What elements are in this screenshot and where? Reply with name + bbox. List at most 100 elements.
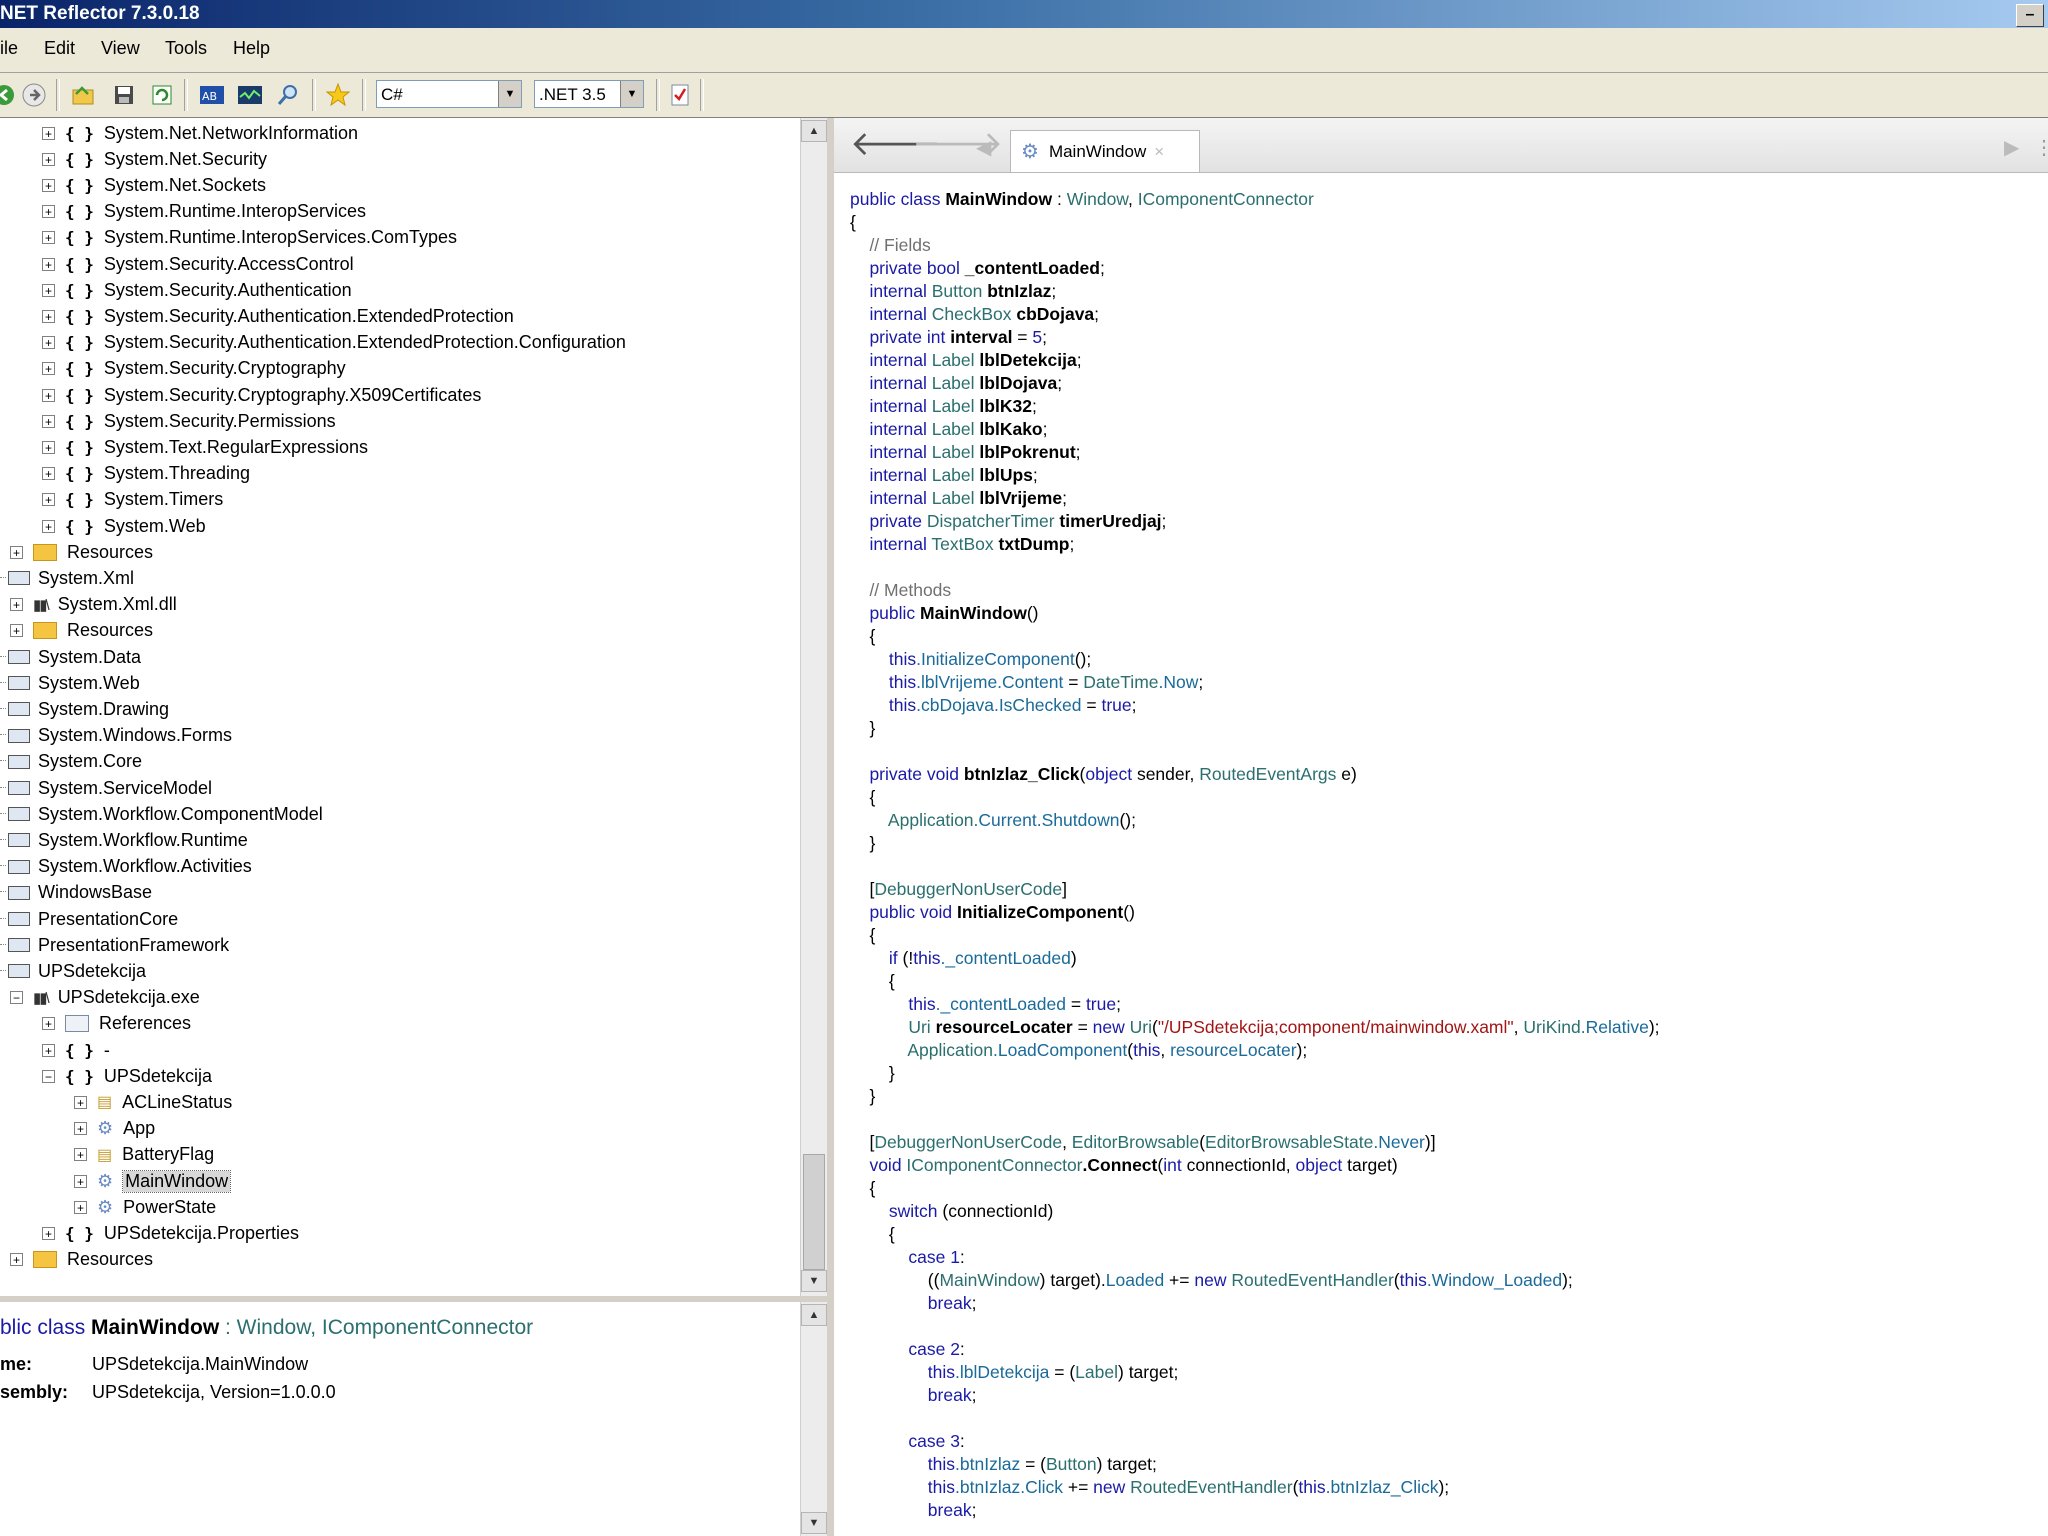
search-button[interactable] [274,81,302,109]
framework-select[interactable]: .NET 3.5 ▼ [534,80,644,108]
open-button[interactable] [70,81,98,109]
info-scrollbar[interactable]: ▲ ▼ [800,1302,827,1536]
expand-icon[interactable]: + [42,257,55,271]
scroll-down-button[interactable]: ▼ [801,1270,827,1292]
tree-item[interactable]: + { } System.Security.Authentication [42,277,352,303]
tree-item[interactable]: System.Windows.Forms [0,723,232,749]
tree-item[interactable]: + { } System.Security.Authentication.Exten… [42,303,514,329]
tree-item[interactable]: System.ServiceModel [0,775,212,801]
tree-item[interactable]: + ⚙ MainWindow [74,1168,232,1194]
tree-item[interactable]: + { } UPSdetekcija.Properties [42,1220,299,1246]
expand-icon[interactable]: + [42,231,55,245]
scroll-up-button[interactable]: ▲ [801,120,827,142]
language-select[interactable]: C# ▼ [376,80,522,108]
tree-item[interactable]: + { } System.Runtime.InteropServices.ComTy… [42,225,457,251]
expand-icon[interactable]: + [42,1226,55,1240]
menu-file[interactable]: ile [0,38,18,59]
tree-item[interactable]: System.Workflow.ComponentModel [0,801,323,827]
tree-item[interactable]: + { } System.Security.AccessControl [42,251,354,277]
tab-scroll-right-icon[interactable]: ▶ [2004,130,2019,166]
expand-icon[interactable]: + [42,414,55,428]
expand-icon[interactable]: + [42,283,55,297]
tree-item[interactable]: + References [42,1011,191,1037]
tree-item[interactable]: + { } System.Security.Permissions [42,408,336,434]
refresh-button[interactable] [148,81,176,109]
tree-item[interactable]: + Resources [10,1247,153,1273]
tree-item[interactable]: + { } System.Net.NetworkInformation [42,120,358,146]
tree-item[interactable]: + { } System.Runtime.InteropServices [42,199,366,225]
tree-item[interactable]: + ⚙ PowerState [74,1194,216,1220]
tree-item[interactable]: UPSdetekcija [0,958,146,984]
tree-item[interactable]: + { } System.Timers [42,487,223,513]
expand-icon[interactable]: + [10,598,23,612]
tree-item[interactable]: System.Data [0,644,141,670]
tab-menu-icon[interactable]: ⋮ [2034,130,2048,166]
tree-item[interactable]: System.Core [0,749,142,775]
tree-item[interactable]: + Resources [10,618,153,644]
tree-item[interactable]: + ▤ ACLineStatus [74,1089,232,1115]
tree-item[interactable]: + { } System.Threading [42,461,250,487]
tab-mainwindow[interactable]: ⚙ MainWindow × [1010,130,1200,172]
expand-icon[interactable]: + [42,1017,55,1031]
tree-item[interactable]: + { } System.Security.Cryptography.X509Cer… [42,382,481,408]
tree-item[interactable]: System.Workflow.Runtime [0,827,248,853]
expand-icon[interactable]: + [42,493,55,507]
tree-item[interactable]: + { } System.Web [42,513,206,539]
expand-icon[interactable]: + [42,152,55,166]
assembly-tree[interactable]: + { } System.Net.NetworkInformation + { } Sys… [0,118,808,1296]
expand-icon[interactable]: + [74,1095,87,1109]
code-text[interactable]: public class MainWindow : Window, ICompo… [850,188,1660,1522]
minimize-button[interactable]: – [2016,4,2044,27]
menu-help[interactable]: Help [233,38,270,59]
scroll-thumb[interactable] [803,1154,825,1270]
tab-scroll-left-icon[interactable]: ◀ [976,130,991,166]
tree-item[interactable]: + { } System.Net.Security [42,146,267,172]
expand-icon[interactable]: + [10,545,23,559]
tree-item[interactable]: −{ } UPSdetekcija [42,1063,212,1089]
tree-item[interactable]: + ▤ BatteryFlag [74,1142,214,1168]
menu-edit[interactable]: Edit [44,38,75,59]
tree-item[interactable]: + ⚙ App [74,1116,155,1142]
chevron-down-icon[interactable]: ▼ [620,81,643,107]
menu-tools[interactable]: Tools [165,38,207,59]
expand-icon[interactable]: + [42,388,55,402]
scroll-down-button[interactable]: ▼ [801,1512,827,1534]
forward-button[interactable] [20,81,48,109]
tree-item[interactable]: − ▮▮\ UPSdetekcija.exe [10,985,200,1011]
save-button[interactable] [110,81,138,109]
chevron-down-icon[interactable]: ▼ [498,81,521,107]
expand-icon[interactable]: + [42,205,55,219]
analyzer-button[interactable] [236,81,264,109]
tree-item[interactable]: + ▮▮\ System.Xml.dll [10,592,177,618]
expand-icon[interactable]: + [74,1200,87,1214]
expand-icon[interactable]: + [42,309,55,323]
addin-button[interactable] [666,81,694,109]
tree-item[interactable]: + { } System.Security.Cryptography [42,356,346,382]
expand-icon[interactable]: + [42,336,55,350]
tree-item[interactable]: WindowsBase [0,880,152,906]
bookmark-button[interactable] [324,81,352,109]
tree-item[interactable]: + { } System.Net.Sockets [42,172,266,198]
close-icon[interactable]: × [1154,142,1164,162]
tree-item[interactable]: System.Drawing [0,696,169,722]
tree-item[interactable]: + { } System.Text.RegularExpressions [42,434,368,460]
menu-view[interactable]: View [101,38,140,59]
tree-item[interactable]: PresentationFramework [0,932,229,958]
expand-icon[interactable]: + [42,519,55,533]
tree-item[interactable]: PresentationCore [0,906,178,932]
expand-icon[interactable]: + [42,467,55,481]
expand-icon[interactable]: + [42,1043,55,1057]
expand-icon[interactable]: + [42,126,55,140]
tree-item[interactable]: System.Xml [0,565,134,591]
expand-icon[interactable]: + [74,1174,87,1188]
back-button[interactable] [0,81,18,109]
tree-item[interactable]: + Resources [10,539,153,565]
tree-item[interactable]: + { } System.Security.Authentication.Exten… [42,330,626,356]
expand-icon[interactable]: + [74,1122,87,1136]
tree-item[interactable]: System.Web [0,670,140,696]
disassemble-button[interactable]: AB [198,81,226,109]
collapse-icon[interactable]: − [42,1069,55,1083]
collapse-icon[interactable]: − [10,991,23,1005]
expand-icon[interactable]: + [42,178,55,192]
expand-icon[interactable]: + [42,362,55,376]
